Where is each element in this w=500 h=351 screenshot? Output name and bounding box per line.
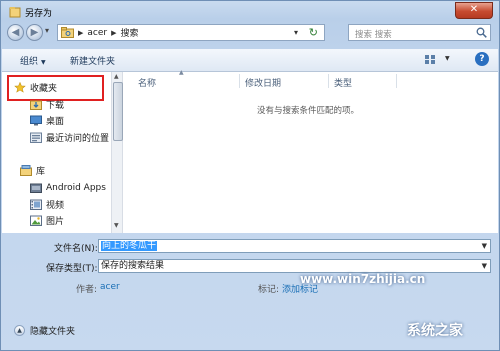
column-header-modified[interactable]: 修改日期 [245, 76, 281, 89]
sort-indicator-icon: ▲ [179, 69, 184, 76]
new-folder-button[interactable]: 新建文件夹 [70, 54, 115, 67]
column-divider[interactable] [239, 74, 240, 88]
collapse-icon: ▲ [14, 325, 25, 336]
back-button[interactable]: ◀ [7, 24, 24, 41]
sidebar-label-favorites: 收藏夹 [30, 84, 58, 94]
tags-label: 标记: [258, 285, 280, 295]
filename-input[interactable]: 向上的冬瓜干 ▼ [98, 239, 491, 253]
empty-results-message: 没有与搜索条件匹配的项。 [257, 106, 360, 116]
sidebar-item-videos[interactable]: 视频 [30, 197, 64, 212]
author-label: 作者: [76, 285, 98, 295]
scroll-up-icon[interactable]: ▲ [114, 73, 119, 80]
sidebar-label-libraries: 库 [36, 167, 46, 177]
filename-dropdown-icon[interactable]: ▼ [482, 240, 487, 252]
recent-places-icon [30, 132, 42, 143]
address-bar[interactable]: ▶ acer ▶ 搜索 ▾ ↻ [57, 24, 325, 41]
organize-dropdown-icon: ▼ [41, 59, 46, 66]
sidebar-item-pictures[interactable]: 图片 [30, 213, 64, 228]
view-dropdown-icon[interactable]: ▼ [445, 55, 450, 62]
sidebar-label-pictures: 图片 [46, 217, 65, 227]
android-apps-icon [30, 183, 42, 193]
hide-folders-label: 隐藏文件夹 [30, 327, 76, 337]
sidebar-item-libraries[interactable]: 库 [20, 163, 45, 178]
sidebar-label-downloads: 下载 [46, 101, 65, 111]
filetype-select[interactable]: 保存的搜索结果 ▼ [98, 259, 491, 273]
sidebar-label-desktop: 桌面 [46, 117, 65, 127]
libraries-icon [20, 165, 32, 176]
column-divider[interactable] [396, 74, 397, 88]
desktop-icon [30, 115, 42, 126]
watermark-brand: 系统之家 [407, 323, 463, 339]
sidebar-label-android-apps: Android Apps [46, 182, 106, 193]
search-placeholder: 搜索 搜索 [355, 30, 392, 40]
sidebar-item-recent-places[interactable]: 最近访问的位置 [30, 130, 109, 145]
filetype-value: 保存的搜索结果 [101, 261, 165, 271]
filetype-label: 保存类型(T): [46, 264, 98, 274]
sidebar-item-desktop[interactable]: 桌面 [30, 113, 64, 128]
sidebar-item-android-apps[interactable]: Android Apps [30, 180, 106, 195]
filetype-dropdown-icon[interactable]: ▼ [482, 260, 487, 272]
title-bar: 另存为 [9, 5, 52, 19]
close-button[interactable]: ✕ [455, 2, 493, 19]
author-value[interactable]: acer [100, 282, 120, 292]
hide-folders-button[interactable]: ▲ 隐藏文件夹 [14, 324, 75, 337]
recent-pages-dropdown-icon[interactable]: ▾ [45, 26, 49, 35]
help-icon[interactable]: ? [475, 52, 489, 66]
organize-menu[interactable]: 组织 ▼ [20, 54, 46, 67]
watermark-url: www.win7zhijia.cn [300, 272, 426, 286]
forward-button[interactable]: ▶ [26, 24, 43, 41]
save-dialog-icon [9, 7, 21, 18]
sidebar-item-favorites[interactable]: 收藏夹 [14, 80, 57, 95]
scrollbar-thumb[interactable] [113, 82, 123, 141]
navigation-pane: 收藏夹 下载 桌面 最近访问的位置 库 Android Apps 视频 图片 [2, 72, 110, 233]
filename-value: 向上的冬瓜干 [101, 241, 158, 251]
star-icon [14, 82, 26, 93]
navigation-bar: ◀ ▶ ▾ ▶ acer ▶ 搜索 ▾ ↻ 搜索 搜索 [5, 22, 495, 46]
filename-label: 文件名(N): [54, 244, 98, 254]
breadcrumb-separator-icon[interactable]: ▶ [111, 29, 116, 37]
videos-icon [30, 199, 42, 210]
save-as-dialog: 另存为 ✕ ◀ ▶ ▾ ▶ acer ▶ 搜索 ▾ ↻ 搜索 搜索 组织 ▼ 新… [0, 0, 500, 351]
column-header-type[interactable]: 类型 [334, 76, 352, 89]
search-icon[interactable] [476, 27, 487, 38]
file-list: ▲ 名称 修改日期 类型 没有与搜索条件匹配的项。 [124, 69, 498, 233]
search-folder-icon [61, 27, 74, 38]
window-title: 另存为 [25, 8, 53, 19]
column-header-name[interactable]: 名称 [138, 76, 156, 89]
downloads-icon [30, 100, 42, 110]
pictures-icon [30, 215, 42, 226]
column-divider[interactable] [328, 74, 329, 88]
view-options-icon[interactable] [424, 54, 436, 65]
refresh-icon[interactable]: ↻ [309, 26, 318, 39]
sidebar-label-recent: 最近访问的位置 [46, 134, 110, 144]
save-form: 文件名(N): 向上的冬瓜干 ▼ 保存类型(T): 保存的搜索结果 ▼ 作者: … [2, 234, 498, 350]
address-dropdown-icon[interactable]: ▾ [294, 28, 298, 37]
breadcrumb-acer[interactable]: acer [87, 28, 107, 38]
content-area: 收藏夹 下载 桌面 最近访问的位置 库 Android Apps 视频 图片 ▲… [2, 69, 498, 233]
search-box[interactable]: 搜索 搜索 [348, 24, 491, 41]
breadcrumb-search[interactable]: 搜索 [120, 26, 138, 39]
organize-label: 组织 [20, 57, 39, 67]
command-toolbar: 组织 ▼ 新建文件夹 ▼ ? [2, 49, 498, 72]
sidebar-scrollbar[interactable]: ▲ ▼ [111, 72, 123, 233]
scroll-down-icon[interactable]: ▼ [114, 222, 119, 229]
breadcrumb-separator-icon[interactable]: ▶ [78, 29, 83, 37]
sidebar-label-videos: 视频 [46, 201, 65, 211]
sidebar-item-downloads[interactable]: 下载 [30, 97, 64, 112]
